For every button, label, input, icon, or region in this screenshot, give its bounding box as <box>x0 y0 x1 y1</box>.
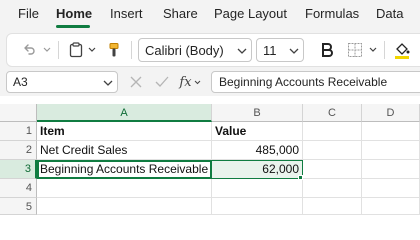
cell-c1[interactable] <box>303 122 362 141</box>
cell-b4[interactable] <box>212 179 303 198</box>
column-header-b[interactable]: B <box>212 104 303 122</box>
column-header-c[interactable]: C <box>303 104 362 122</box>
row-header-5[interactable]: 5 <box>0 198 37 215</box>
borders-icon <box>348 43 362 57</box>
confirm-entry-button[interactable] <box>154 74 170 90</box>
cell-b2[interactable]: 485,000 <box>212 141 303 160</box>
ribbon-divider <box>58 41 59 59</box>
chevron-down-icon <box>289 48 299 54</box>
cell-a1[interactable]: Item <box>37 122 212 141</box>
cell-d3[interactable] <box>362 160 420 179</box>
borders-button[interactable] <box>346 41 364 59</box>
cell-d1[interactable] <box>362 122 420 141</box>
insert-function-button[interactable]: fx <box>178 73 202 91</box>
borders-dropdown[interactable] <box>368 44 378 56</box>
cell-c3[interactable] <box>303 160 362 179</box>
chevron-down-icon <box>88 47 96 52</box>
active-tab-indicator <box>56 25 90 28</box>
cancel-entry-button[interactable] <box>128 74 144 90</box>
fill-color-icon <box>395 43 410 59</box>
clipboard-icon <box>69 42 83 58</box>
font-name-value: Calibri (Body) <box>145 43 224 58</box>
cell-c5[interactable] <box>303 198 362 215</box>
formula-value: Beginning Accounts Receivable <box>219 75 388 89</box>
fill-handle[interactable] <box>298 175 303 180</box>
name-box-value: A3 <box>13 75 28 89</box>
format-painter-icon <box>109 43 119 57</box>
bold-button[interactable] <box>318 41 336 59</box>
menu-file[interactable]: File <box>18 6 39 21</box>
cell-a4[interactable] <box>37 179 212 198</box>
row-header-4[interactable]: 4 <box>0 179 37 198</box>
selection-range-border <box>212 160 303 179</box>
undo-icon <box>24 44 35 55</box>
cell-b5[interactable] <box>212 198 303 215</box>
chevron-down-icon <box>43 47 51 52</box>
menu-formulas[interactable]: Formulas <box>305 6 359 21</box>
cell-d4[interactable] <box>362 179 420 198</box>
cell-c4[interactable] <box>303 179 362 198</box>
menu-bar: File Home Insert Share Page Layout Formu… <box>0 0 420 30</box>
format-painter-button[interactable] <box>104 41 124 59</box>
chevron-down-icon <box>194 80 200 84</box>
row-header-1[interactable]: 1 <box>0 122 37 141</box>
column-header-d[interactable]: D <box>362 104 420 122</box>
font-name-select[interactable]: Calibri (Body) <box>138 38 252 62</box>
font-size-select[interactable]: 11 <box>256 38 304 62</box>
select-all-corner[interactable] <box>0 104 37 122</box>
cell-a2[interactable]: Net Credit Sales <box>37 141 212 160</box>
menu-insert[interactable]: Insert <box>110 6 143 21</box>
active-cell-border <box>37 160 212 179</box>
name-box[interactable]: A3 <box>6 71 118 93</box>
undo-dropdown[interactable] <box>42 44 52 56</box>
undo-button[interactable] <box>18 41 40 59</box>
bold-icon <box>322 43 333 57</box>
ribbon-divider <box>384 41 385 59</box>
ribbon-divider <box>131 41 132 59</box>
cell-b1[interactable]: Value <box>212 122 303 141</box>
paste-dropdown[interactable] <box>87 44 97 56</box>
cell-c2[interactable] <box>303 141 362 160</box>
checkmark-icon <box>155 76 169 87</box>
cell-d2[interactable] <box>362 141 420 160</box>
close-icon <box>130 76 142 88</box>
chevron-down-icon <box>369 47 377 52</box>
fill-color-button[interactable] <box>393 40 411 60</box>
chevron-down-icon <box>103 80 113 86</box>
formula-input[interactable]: Beginning Accounts Receivable <box>211 71 420 93</box>
chevron-down-icon <box>237 48 247 54</box>
row-header-2[interactable]: 2 <box>0 141 37 160</box>
cell-a5[interactable] <box>37 198 212 215</box>
menu-share[interactable]: Share <box>163 6 198 21</box>
font-size-value: 11 <box>263 43 277 58</box>
fx-label: fx <box>179 74 192 90</box>
column-header-a[interactable]: A <box>37 104 212 122</box>
menu-home[interactable]: Home <box>56 6 92 21</box>
menu-page-layout[interactable]: Page Layout <box>214 6 287 21</box>
row-header-3[interactable]: 3 <box>0 160 37 179</box>
menu-data[interactable]: Data <box>376 6 403 21</box>
cell-d5[interactable] <box>362 198 420 215</box>
paste-button[interactable] <box>66 41 86 59</box>
